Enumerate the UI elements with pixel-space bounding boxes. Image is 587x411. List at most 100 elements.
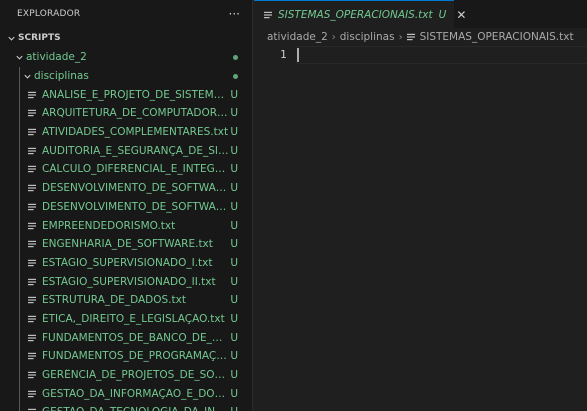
file-item[interactable]: ESTÁGIO_SUPERVISIONADO_I.txt U <box>0 253 252 273</box>
file-item[interactable]: GESTÃO_DA_TECNOLOGIA_DA_INFO...U <box>0 403 252 411</box>
folder-label: atividade_2 <box>26 51 87 64</box>
untracked-badge: U <box>230 126 238 139</box>
folder-atividade-2[interactable]: atividade_2 <box>0 48 252 67</box>
indent-guide <box>19 253 20 273</box>
untracked-badge: U <box>230 144 238 157</box>
text-file-icon <box>264 11 278 19</box>
untracked-badge: U <box>230 331 238 344</box>
file-name: AUDITORIA_E_SEGURANÇA_DE_SISTE... <box>42 144 230 157</box>
file-item[interactable]: ESTÁGIO_SUPERVISIONADO_II.txt U <box>0 272 252 291</box>
text-file-icon <box>28 240 42 248</box>
tab-sistemas-operacionais[interactable]: SISTEMAS_OPERACIONAIS.txt U ✕ <box>254 0 466 28</box>
text-file-icon <box>28 315 42 323</box>
indent-guide <box>19 122 20 142</box>
untracked-badge: U <box>230 107 238 120</box>
text-file-icon <box>28 259 42 267</box>
indent-guide <box>19 384 20 404</box>
file-item[interactable]: DESENVOLVIMENTO_DE_SOFTWARE_... U <box>0 178 252 198</box>
text-file-icon <box>28 109 42 117</box>
untracked-badge: U <box>230 238 238 251</box>
text-file-icon <box>28 334 42 342</box>
editor-area: SISTEMAS_OPERACIONAIS.txt U ✕ atividade_… <box>254 0 587 411</box>
indent-guide <box>19 178 20 198</box>
untracked-badge: U <box>230 387 238 400</box>
untracked-badge: U <box>230 256 238 269</box>
file-name: GESTÃO_DA_INFORMAÇÃO_E_DO_C... <box>42 387 230 400</box>
text-file-icon <box>28 203 42 211</box>
explorer-header: EXPLORADOR ··· <box>0 0 252 28</box>
untracked-badge: U <box>230 350 238 363</box>
file-item[interactable]: CÁLCULO_DIFERENCIAL_E_INTEGRAL... U <box>0 160 252 179</box>
file-name: ÉTICA,_DIREITO_E_LEGISLAÇÃO.txt <box>42 312 225 325</box>
file-name: ESTÁGIO_SUPERVISIONADO_I.txt <box>42 256 213 269</box>
text-file-icon <box>28 184 42 192</box>
folder-label: disciplinas <box>34 70 89 83</box>
indent-guide <box>19 160 20 179</box>
file-name: DESENVOLVIMENTO_DE_SOFTWARE_... <box>42 182 230 195</box>
file-name: ATIVIDADES_COMPLEMENTARES.txt <box>42 126 229 139</box>
text-file-icon <box>28 278 42 286</box>
file-name: EMPREENDEDORISMO.txt <box>42 219 176 232</box>
indent-guide <box>19 141 20 161</box>
breadcrumb-item-file[interactable]: SISTEMAS_OPERACIONAIS.txt <box>420 31 574 43</box>
indent-guide <box>19 197 20 217</box>
tab-title: SISTEMAS_OPERACIONAIS.txt <box>278 8 433 21</box>
line-number: 1 <box>280 48 287 61</box>
file-item[interactable]: ENGENHARIA_DE_SOFTWARE.txt U <box>0 234 252 254</box>
file-item[interactable]: GERÊNCIA_DE_PROJETOS_DE_SOFTW... U <box>0 365 252 385</box>
file-item[interactable]: ATIVIDADES_COMPLEMENTARES.txt U <box>0 122 252 142</box>
tab-bar: SISTEMAS_OPERACIONAIS.txt U ✕ <box>254 0 587 28</box>
folder-disciplinas[interactable]: disciplinas <box>0 66 252 86</box>
indent-guide <box>19 104 20 123</box>
chevron-down-icon <box>20 72 34 81</box>
chevron-right-icon: › <box>398 31 403 43</box>
file-name: GESTÃO_DA_TECNOLOGIA_DA_INFO... <box>42 406 230 411</box>
file-item[interactable]: GESTÃO_DA_INFORMAÇÃO_E_DO_C... U <box>0 384 252 404</box>
untracked-badge: U <box>230 369 238 382</box>
indent-guide <box>19 85 20 105</box>
modified-dot-icon <box>233 54 238 60</box>
text-file-icon <box>28 128 42 136</box>
indent-guide <box>19 290 20 310</box>
file-item[interactable]: FUNDAMENTOS_DE_BANCO_DE_DA... U <box>0 328 252 347</box>
file-item[interactable]: EMPREENDEDORISMO.txt U <box>0 216 252 235</box>
breadcrumb-item-disciplinas[interactable]: disciplinas <box>340 31 395 43</box>
untracked-badge: U <box>230 182 238 195</box>
explorer-sidebar: EXPLORADOR ··· SCRIPTS atividade_2 disci… <box>0 0 253 411</box>
text-file-icon <box>28 371 42 379</box>
indent-guide <box>19 347 20 366</box>
text-file-icon <box>28 222 42 230</box>
modified-dot-icon <box>233 73 238 79</box>
untracked-badge: U <box>230 219 238 232</box>
file-item[interactable]: DESENVOLVIMENTO_DE_SOFTWARE_... U <box>0 197 252 217</box>
file-item[interactable]: ÉTICA,_DIREITO_E_LEGISLAÇÃO.txt U <box>0 309 252 329</box>
text-file-icon <box>28 91 42 99</box>
chevron-down-icon <box>12 53 26 62</box>
text-file-icon <box>28 165 42 173</box>
file-name: FUNDAMENTOS_DE_BANCO_DE_DA... <box>42 331 230 344</box>
indent-guide <box>19 66 20 86</box>
text-cursor <box>297 48 299 62</box>
untracked-badge: U <box>230 406 238 411</box>
indent-guide <box>19 272 20 291</box>
file-item[interactable]: ANÁLISE_E_PROJETO_DE_SISTEMAS.txt U <box>0 85 252 105</box>
file-name: ARQUITETURA_DE_COMPUTADORES.... <box>42 107 230 120</box>
untracked-badge: U <box>230 294 238 307</box>
text-editor[interactable]: 1 <box>254 46 587 66</box>
untracked-badge: U <box>230 275 238 288</box>
file-name: FUNDAMENTOS_DE_PROGRAMAÇÃ... <box>42 350 230 363</box>
indent-guide <box>19 234 20 254</box>
workspace-section-scripts[interactable]: SCRIPTS <box>0 28 252 48</box>
file-item[interactable]: ESTRUTURA_DE_DADOS.txt U <box>0 290 252 310</box>
file-item[interactable]: ARQUITETURA_DE_COMPUTADORES.... U <box>0 104 252 123</box>
file-item[interactable]: FUNDAMENTOS_DE_PROGRAMAÇÃ... U <box>0 347 252 366</box>
indent-guide <box>19 328 20 347</box>
breadcrumb-item-atividade-2[interactable]: atividade_2 <box>267 31 328 43</box>
more-actions-icon[interactable]: ··· <box>229 7 240 21</box>
indent-guide <box>19 216 20 235</box>
close-icon[interactable]: ✕ <box>456 8 466 22</box>
tab-status-badge: U <box>438 8 447 21</box>
indent-guide <box>19 403 20 411</box>
explorer-title: EXPLORADOR <box>17 9 81 19</box>
file-item[interactable]: AUDITORIA_E_SEGURANÇA_DE_SISTE... U <box>0 141 252 161</box>
